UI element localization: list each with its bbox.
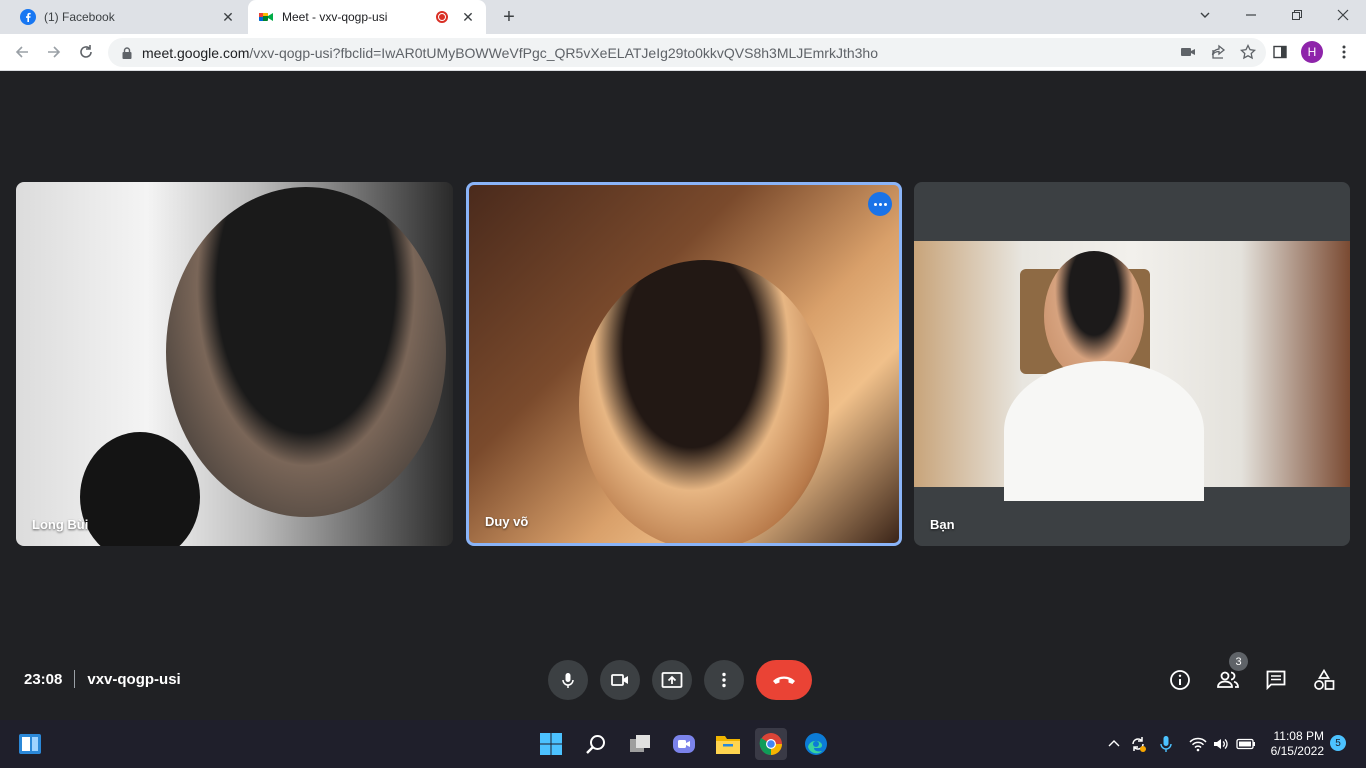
call-end-icon (773, 676, 795, 684)
close-tab-icon[interactable]: ✕ (220, 9, 236, 25)
meeting-clock: 23:08 (24, 670, 63, 688)
present-screen-button[interactable] (652, 660, 692, 700)
url-host: meet.google.com (142, 44, 250, 61)
widgets-icon[interactable] (14, 728, 46, 760)
sync-icon[interactable] (1128, 734, 1148, 754)
browser-tab-strip: (1) Facebook ✕ Meet - vxv-qogp-usi ✕ + (0, 0, 1366, 34)
chrome-icon[interactable] (755, 728, 787, 760)
task-view-icon[interactable] (624, 728, 656, 760)
tab-title: (1) Facebook (44, 10, 115, 24)
tab-search-icon[interactable] (1182, 0, 1228, 30)
meeting-details: 23:08 vxv-qogp-usi (24, 670, 181, 688)
microphone-in-use-icon[interactable] (1156, 734, 1176, 754)
address-bar[interactable]: meet.google.com/vxv-qogp-usi?fbclid=IwAR… (108, 38, 1266, 67)
call-controls (548, 660, 812, 700)
recording-indicator-icon (436, 11, 448, 23)
participant-name: Bạn (930, 517, 955, 532)
windows-taskbar: 11:08 PM 6/15/2022 5 (0, 720, 1366, 768)
leave-call-button[interactable] (756, 660, 812, 700)
minimize-button[interactable] (1228, 0, 1274, 30)
activities-button[interactable] (1310, 666, 1338, 694)
battery-icon[interactable] (1236, 734, 1256, 754)
browser-toolbar: meet.google.com/vxv-qogp-usi?fbclid=IwAR… (0, 34, 1366, 71)
participant-tile[interactable]: Long Bùi (16, 182, 453, 546)
chrome-menu-icon[interactable] (1332, 40, 1356, 64)
microphone-stand-video (80, 432, 200, 546)
wifi-icon[interactable] (1188, 734, 1208, 754)
share-icon[interactable] (1210, 44, 1226, 60)
divider (74, 670, 76, 688)
teams-chat-icon[interactable] (668, 728, 700, 760)
close-window-button[interactable] (1320, 0, 1366, 30)
meeting-details-button[interactable] (1166, 666, 1194, 694)
meeting-code: vxv-qogp-usi (87, 670, 181, 688)
show-hidden-icons-icon[interactable] (1104, 734, 1124, 754)
url-path: /vxv-qogp-usi?fbclid=IwAR0tUMyBOWWeVfPgc… (249, 44, 878, 61)
facebook-icon (20, 9, 36, 25)
lock-icon[interactable] (120, 46, 134, 60)
tab-facebook[interactable]: (1) Facebook ✕ (8, 0, 246, 34)
back-button[interactable] (10, 40, 34, 64)
participant-name: Long Bùi (32, 517, 89, 532)
profile-button[interactable]: H (1300, 40, 1324, 64)
activities-icon (1314, 669, 1335, 690)
microphone-icon (562, 673, 574, 688)
participant-video (166, 187, 446, 517)
system-clock[interactable]: 11:08 PM 6/15/2022 (1266, 729, 1324, 759)
videocam-icon (611, 674, 628, 686)
restore-button[interactable] (1274, 0, 1320, 30)
microphone-button[interactable] (548, 660, 588, 700)
reload-button[interactable] (74, 40, 98, 64)
forward-button[interactable] (42, 40, 66, 64)
avatar: H (1301, 41, 1323, 63)
clock-time: 11:08 PM (1273, 729, 1324, 743)
clock-date: 6/15/2022 (1270, 744, 1324, 758)
people-count-badge: 3 (1229, 652, 1248, 671)
info-icon (1170, 670, 1190, 690)
participant-tile-active[interactable]: Duy võ (466, 182, 902, 546)
new-tab-button[interactable]: + (498, 6, 520, 28)
start-icon[interactable] (535, 728, 567, 760)
more-options-button[interactable] (868, 192, 892, 216)
present-to-all-icon (661, 672, 683, 688)
people-icon (1217, 671, 1239, 688)
participant-video (579, 260, 829, 543)
participant-video (914, 241, 1350, 501)
chat-icon (1266, 670, 1286, 691)
notification-badge[interactable]: 5 (1330, 735, 1346, 751)
camera-button[interactable] (600, 660, 640, 700)
search-icon[interactable] (580, 728, 612, 760)
camera-in-use-icon[interactable] (1180, 44, 1196, 60)
google-meet-icon (259, 13, 273, 21)
participant-name: Duy võ (485, 514, 529, 529)
participant-tile-self[interactable]: Bạn (914, 182, 1350, 546)
file-explorer-icon[interactable] (712, 728, 744, 760)
close-tab-icon[interactable]: ✕ (460, 9, 476, 25)
edge-icon[interactable] (800, 728, 832, 760)
tab-title: Meet - vxv-qogp-usi (282, 10, 388, 24)
bookmark-star-icon[interactable] (1240, 44, 1256, 60)
chat-button[interactable] (1262, 666, 1290, 694)
tab-meet[interactable]: Meet - vxv-qogp-usi ✕ (248, 0, 486, 34)
more-vert-icon (722, 672, 726, 688)
side-panel-icon[interactable] (1268, 40, 1292, 64)
volume-icon[interactable] (1211, 734, 1231, 754)
more-options-button[interactable] (704, 660, 744, 700)
